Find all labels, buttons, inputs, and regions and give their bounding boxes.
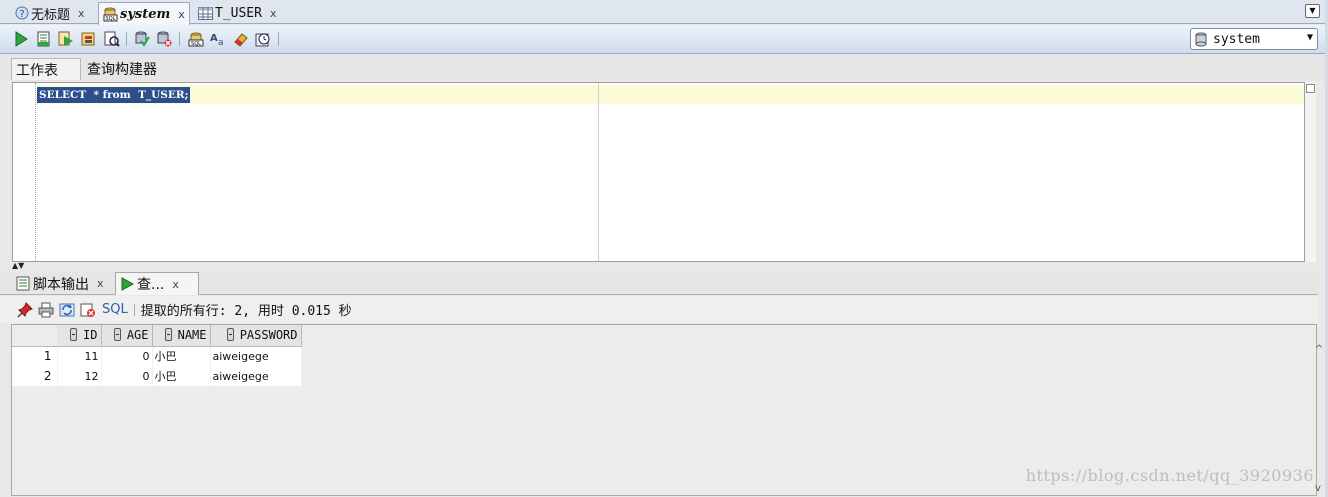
editor-scrollbar[interactable] [1305,82,1316,262]
query-result-toolbar: SQL 提取的所有行: 2, 用时 0.015 秒 [0,296,1318,323]
tab-label: 查... [137,277,165,293]
explain-plan-icon[interactable] [80,30,98,48]
tab-close-icon[interactable]: x [78,7,85,20]
svg-text:A: A [210,33,218,44]
document-tab-strip: ? 无标题 x SQL system x T_USER x ▼ [0,0,1328,25]
row-number-header [12,325,57,347]
scroll-down-icon[interactable]: v [1315,483,1321,494]
tab-list-dropdown-icon[interactable]: ▼ [1305,4,1320,18]
cell-password[interactable]: aiweigege [210,346,302,366]
column-key-icon [70,328,78,342]
column-key-icon [113,328,121,342]
refresh-icon[interactable] [58,301,76,319]
sql-editor[interactable]: SELECT * from T_USER; [12,82,1305,262]
sql-tuning-advisor-icon[interactable] [103,30,121,48]
tab-label: T_USER [215,5,262,21]
to-upper-lower-icon[interactable]: Aa [209,30,227,48]
print-icon[interactable] [37,301,55,319]
cell-age[interactable]: 0 [101,346,153,366]
tab-untitled[interactable]: ? 无标题 x [10,2,89,24]
toolbar-separator [179,32,180,46]
connection-name: system [1213,31,1260,47]
commit-icon[interactable] [133,30,151,48]
output-panel-tabs: 脚本输出 x 查... x [0,270,1318,295]
tab-label: 无标题 [31,7,71,23]
sql-worksheet-icon: SQL [103,7,118,22]
tab-system[interactable]: SQL system x [98,2,190,25]
pin-icon[interactable] [16,301,34,319]
unshared-sql-worksheet-icon[interactable]: SQL [187,30,205,48]
svg-text:SQL: SQL [106,16,116,22]
chevron-down-icon: ▼ [1306,32,1313,43]
column-key-icon [164,328,172,342]
toolbar-separator [278,32,279,46]
toolbar-separator [126,32,127,46]
autotrace-icon[interactable] [57,30,75,48]
column-header-password[interactable]: PASSWORD [210,325,302,347]
table-row[interactable]: 2 12 0 小巴 aiweigege [12,366,302,386]
tab-close-icon[interactable]: x [270,7,277,20]
svg-text:SQL: SQL [191,41,201,47]
sql-link-button[interactable]: SQL [102,302,128,317]
table-row[interactable]: 1 11 0 小巴 aiweigege [12,346,302,366]
line-gutter [13,83,36,261]
column-header-id[interactable]: ID [57,325,102,347]
editor-mode-tabs: 工作表 查询构建器 [0,55,1328,81]
tab-close-icon[interactable]: x [172,278,179,291]
sql-developer-window: ? 无标题 x SQL system x T_USER x ▼ SQL A a … [0,0,1328,497]
tab-worksheet[interactable]: 工作表 [11,58,81,80]
tab-label: system [120,6,171,22]
connection-selector[interactable]: system ▼ [1190,28,1318,50]
cell-name[interactable]: 小巴 [152,346,211,366]
row-number: 1 [12,346,58,366]
tab-query-result[interactable]: 查... x [115,272,199,295]
cell-age[interactable]: 0 [101,366,153,386]
fetch-status-text: 提取的所有行: 2, 用时 0.015 秒 [140,304,352,319]
sql-statement-selected[interactable]: SELECT * from T_USER; [37,87,191,103]
rollback-icon[interactable] [155,30,173,48]
row-number: 2 [12,366,58,386]
grid-header-row: ID AGE NAME PASSWORD [12,325,302,347]
cell-id[interactable]: 12 [57,366,102,386]
right-margin-guide [598,83,599,261]
help-circle-icon: ? [14,6,29,21]
svg-text:?: ? [19,9,24,20]
scroll-up-icon[interactable]: ^ [1315,344,1323,355]
result-grid: ID AGE NAME PASSWORD 1 11 0 小巴 aiweigege… [12,325,302,386]
worksheet-toolbar: SQL Aa system ▼ [0,25,1328,54]
splitter-arrows-icon[interactable]: ▲▼ [12,262,36,270]
table-icon [198,6,213,21]
tab-close-icon[interactable]: x [97,277,104,290]
run-script-icon[interactable] [35,30,53,48]
clear-eraser-icon[interactable] [232,30,250,48]
current-line-highlight [37,85,1304,104]
run-statement-icon[interactable] [12,30,30,48]
svg-text:a: a [218,38,224,47]
watermark-text: https://blog.csdn.net/qq_3920936 [1025,466,1314,485]
cancel-fetch-icon[interactable] [79,301,97,319]
tab-label: 脚本输出 [33,276,89,293]
column-header-age[interactable]: AGE [101,325,153,347]
column-header-name[interactable]: NAME [152,325,211,347]
cell-id[interactable]: 11 [57,346,102,366]
script-output-icon [16,276,30,291]
cell-password[interactable]: aiweigege [210,366,302,386]
scroll-corner-box[interactable] [1306,84,1315,93]
sql-history-icon[interactable] [254,30,272,48]
tab-query-builder[interactable]: 查询构建器 [83,58,161,80]
database-icon [1195,32,1207,47]
cell-name[interactable]: 小巴 [152,366,211,386]
column-key-icon [226,328,234,342]
tab-close-icon[interactable]: x [178,8,185,21]
run-arrow-icon [120,277,134,291]
tab-t-user[interactable]: T_USER x [194,2,280,24]
tab-script-output[interactable]: 脚本输出 x [12,272,108,295]
toolbar-separator [133,303,135,316]
